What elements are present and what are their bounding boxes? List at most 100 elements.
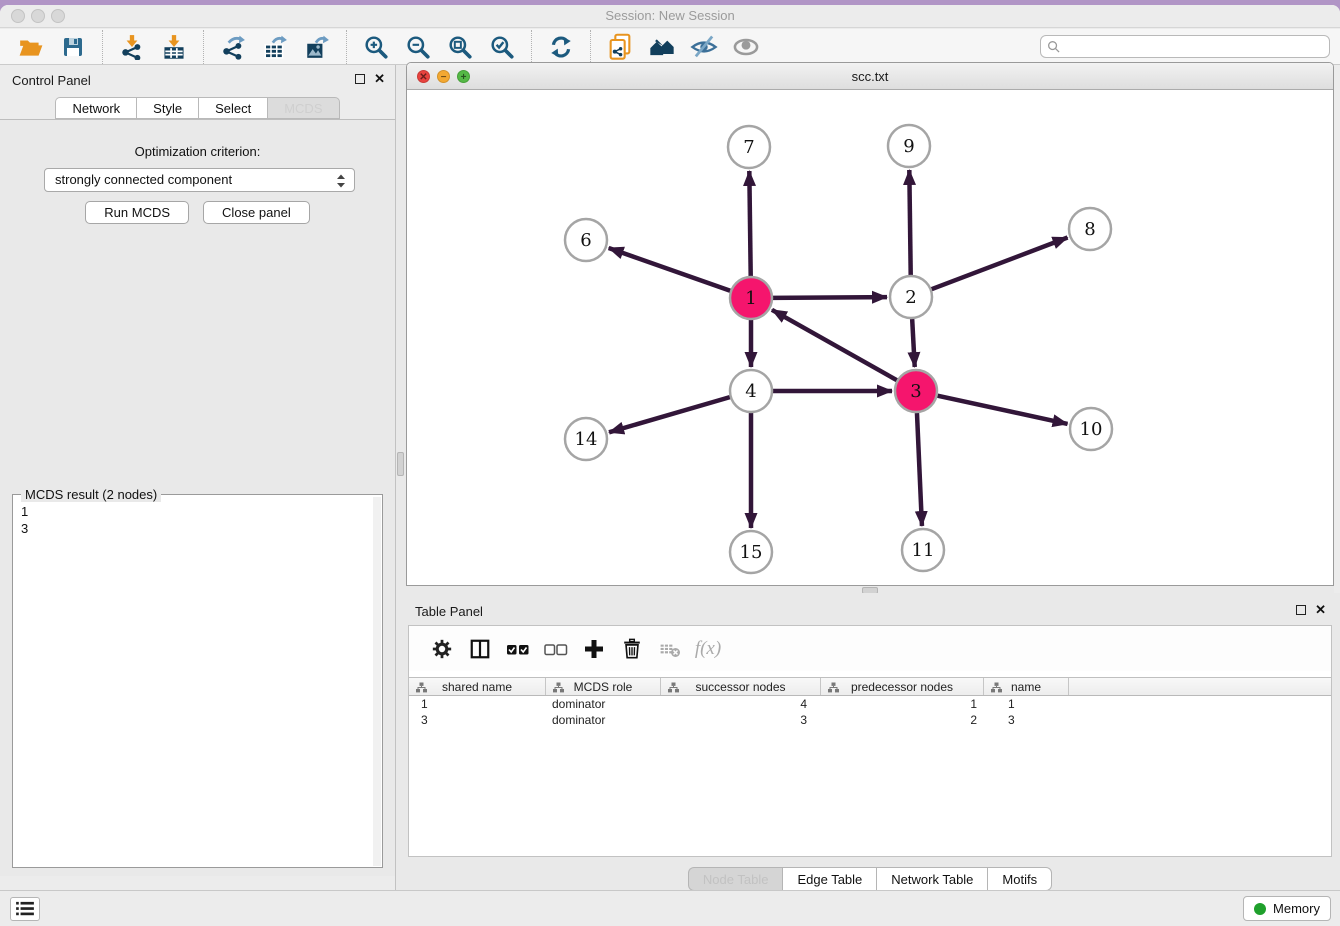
splitter-handle[interactable] bbox=[397, 452, 404, 476]
clone-network-button[interactable] bbox=[605, 32, 635, 62]
table-cell[interactable]: dominator bbox=[546, 696, 661, 712]
network-canvas[interactable]: 7968124314101511 bbox=[407, 91, 1333, 585]
search-box[interactable] bbox=[1040, 35, 1330, 58]
zoom-in-button[interactable] bbox=[361, 32, 391, 62]
edge-1-6[interactable] bbox=[609, 248, 731, 291]
zoom-fit-icon bbox=[447, 34, 473, 60]
control-panel-close-icon[interactable]: ✕ bbox=[374, 71, 385, 87]
edge-2-9[interactable] bbox=[909, 170, 910, 275]
table-toolbar: f(x) bbox=[409, 626, 1331, 671]
column-header-successor-nodes[interactable]: successor nodes bbox=[661, 678, 821, 695]
deselect-all-columns-button[interactable] bbox=[541, 634, 571, 664]
plus-icon bbox=[582, 637, 606, 661]
tab-motifs[interactable]: Motifs bbox=[987, 867, 1052, 891]
import-table-icon bbox=[161, 34, 187, 60]
table-cell[interactable]: dominator bbox=[546, 712, 661, 728]
import-table-button[interactable] bbox=[159, 32, 189, 62]
toolbar-separator bbox=[531, 30, 532, 64]
edge-3-1[interactable] bbox=[772, 310, 897, 380]
memory-button[interactable]: Memory bbox=[1243, 896, 1331, 921]
close-panel-button[interactable]: Close panel bbox=[203, 201, 310, 224]
table-panel-float-icon[interactable] bbox=[1296, 605, 1306, 615]
delete-column-button[interactable] bbox=[617, 634, 647, 664]
table-cell[interactable]: 2 bbox=[821, 712, 984, 728]
tab-mcds[interactable]: MCDS bbox=[267, 97, 339, 119]
edge-3-11[interactable] bbox=[917, 413, 922, 526]
export-image-button[interactable] bbox=[302, 32, 332, 62]
table-row[interactable]: 1dominator411 bbox=[409, 696, 1331, 712]
table-panel-body: f(x) shared nameMCDS rolesuccessor nodes… bbox=[408, 625, 1332, 857]
node-table: shared nameMCDS rolesuccessor nodesprede… bbox=[409, 677, 1331, 728]
column-header-predecessor-nodes[interactable]: predecessor nodes bbox=[821, 678, 984, 695]
export-network-button[interactable] bbox=[218, 32, 248, 62]
table-row[interactable]: 3dominator323 bbox=[409, 712, 1331, 728]
table-panel-close-icon[interactable]: ✕ bbox=[1315, 602, 1326, 618]
edge-1-7[interactable] bbox=[749, 171, 750, 276]
toggle-panes-button[interactable] bbox=[465, 634, 495, 664]
mcds-result-box: MCDS result (2 nodes) 13 bbox=[12, 494, 383, 868]
table-cell[interactable]: 3 bbox=[661, 712, 821, 728]
save-session-button[interactable] bbox=[58, 32, 88, 62]
control-panel-float-icon[interactable] bbox=[355, 74, 365, 84]
export-table-button[interactable] bbox=[260, 32, 290, 62]
tab-network[interactable]: Network bbox=[55, 97, 136, 119]
delete-table-button[interactable] bbox=[655, 634, 685, 664]
show-graphics-button[interactable] bbox=[731, 32, 761, 62]
memory-status-icon bbox=[1254, 903, 1266, 915]
zoom-out-icon bbox=[405, 34, 431, 60]
home-icon bbox=[648, 33, 676, 61]
hide-graphics-button[interactable] bbox=[689, 32, 719, 62]
import-network-button[interactable] bbox=[117, 32, 147, 62]
table-panel-title: Table Panel bbox=[415, 604, 483, 619]
control-panel-tabs: NetworkStyleSelectMCDS bbox=[0, 97, 395, 119]
table-settings-button[interactable] bbox=[427, 634, 457, 664]
edge-2-3[interactable] bbox=[912, 319, 915, 367]
tab-edge-table[interactable]: Edge Table bbox=[782, 867, 876, 891]
column-header-MCDS-role[interactable]: MCDS role bbox=[546, 678, 661, 695]
checked-boxes-icon bbox=[506, 637, 530, 661]
tab-select[interactable]: Select bbox=[198, 97, 267, 119]
edge-2-8[interactable] bbox=[932, 238, 1068, 290]
tab-network-table[interactable]: Network Table bbox=[876, 867, 987, 891]
zoom-in-icon bbox=[363, 34, 389, 60]
table-cell[interactable]: 1 bbox=[409, 696, 546, 712]
clone-network-icon bbox=[606, 33, 634, 61]
titlebar: Session: New Session bbox=[0, 5, 1340, 28]
control-panel-title: Control Panel bbox=[12, 73, 91, 88]
zoom-selected-button[interactable] bbox=[487, 32, 517, 62]
column-header-name[interactable]: name bbox=[984, 678, 1069, 695]
function-builder-button[interactable]: f(x) bbox=[693, 634, 723, 664]
edge-1-2[interactable] bbox=[773, 297, 887, 298]
table-cell[interactable]: 3 bbox=[409, 712, 546, 728]
select-all-columns-button[interactable] bbox=[503, 634, 533, 664]
table-cell[interactable]: 3 bbox=[984, 712, 1069, 728]
toolbar-separator bbox=[346, 30, 347, 64]
table-cell[interactable]: 1 bbox=[984, 696, 1069, 712]
criterion-dropdown[interactable]: strongly connected component bbox=[44, 168, 355, 192]
session-title: Session: New Session bbox=[0, 8, 1340, 23]
table-cell[interactable]: 4 bbox=[661, 696, 821, 712]
task-history-button[interactable] bbox=[10, 897, 40, 921]
split-columns-icon bbox=[469, 638, 491, 660]
create-column-button[interactable] bbox=[579, 634, 609, 664]
apply-layout-button[interactable] bbox=[546, 32, 576, 62]
tab-style[interactable]: Style bbox=[136, 97, 198, 119]
column-header-shared-name[interactable]: shared name bbox=[409, 678, 546, 695]
result-scrollbar[interactable] bbox=[373, 497, 381, 866]
home-button[interactable] bbox=[647, 32, 677, 62]
criterion-value: strongly connected component bbox=[55, 172, 232, 187]
table-cell[interactable]: 1 bbox=[821, 696, 984, 712]
network-view-window: ✕ − + scc.txt 7968124314101511 bbox=[406, 62, 1334, 586]
run-mcds-button[interactable]: Run MCDS bbox=[85, 201, 189, 224]
zoom-out-button[interactable] bbox=[403, 32, 433, 62]
result-line: 1 bbox=[21, 503, 365, 520]
tab-node-table[interactable]: Node Table bbox=[688, 867, 783, 891]
zoom-fit-button[interactable] bbox=[445, 32, 475, 62]
edge-4-14[interactable] bbox=[609, 397, 730, 432]
unchecked-boxes-icon bbox=[544, 637, 568, 661]
edge-3-10[interactable] bbox=[937, 396, 1067, 424]
eye-slash-icon bbox=[690, 33, 718, 61]
search-input[interactable] bbox=[1065, 40, 1323, 54]
graph-node-label-9: 9 bbox=[903, 136, 914, 157]
open-session-button[interactable] bbox=[16, 32, 46, 62]
